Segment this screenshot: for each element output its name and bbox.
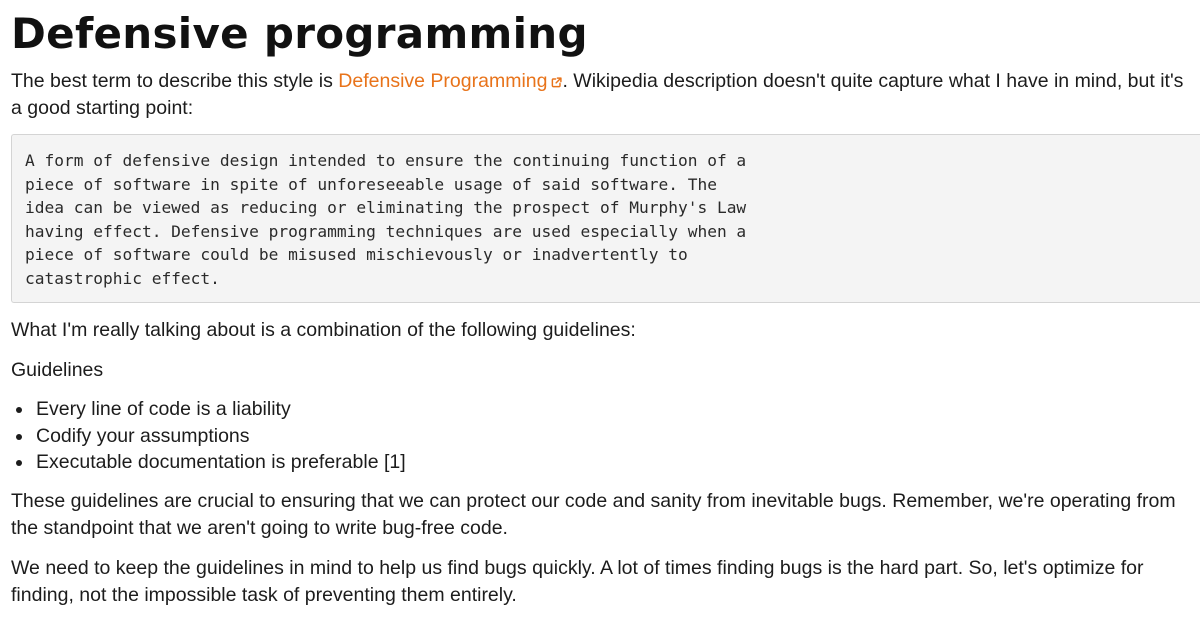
defensive-programming-link[interactable]: Defensive Programming — [338, 70, 563, 92]
intro-text-before: The best term to describe this style is — [11, 70, 339, 92]
page-title: Defensive programming — [11, 9, 588, 58]
bullet-icon — [16, 460, 22, 466]
link-label[interactable]: Defensive Programming — [338, 70, 547, 92]
external-link-icon[interactable] — [551, 77, 563, 88]
list-item: Codify your assumptions — [11, 423, 406, 450]
guidelines-label: Guidelines — [11, 359, 104, 381]
guidelines-list: Every line of code is a liability Codify… — [11, 396, 406, 476]
wikipedia-quote-block: A form of defensive design intended to e… — [11, 134, 1200, 303]
bullet-icon — [16, 433, 22, 440]
list-item-text: Every line of code is a liability — [36, 398, 291, 420]
list-item-text: Executable documentation is preferable [… — [36, 451, 406, 473]
guidelines-importance-paragraph: These guidelines are crucial to ensuring… — [11, 490, 1176, 539]
list-item: Executable documentation is preferable [… — [11, 449, 406, 476]
finding-bugs-paragraph: We need to keep the guidelines in mind t… — [11, 557, 1144, 606]
intro-paragraph: The best term to describe this style is … — [11, 68, 1196, 122]
list-item-text: Codify your assumptions — [36, 424, 250, 447]
list-item: Every line of code is a liability — [11, 396, 406, 423]
guidelines-intro-text: What I'm really talking about is a combi… — [11, 319, 636, 341]
bullet-icon — [16, 407, 22, 413]
